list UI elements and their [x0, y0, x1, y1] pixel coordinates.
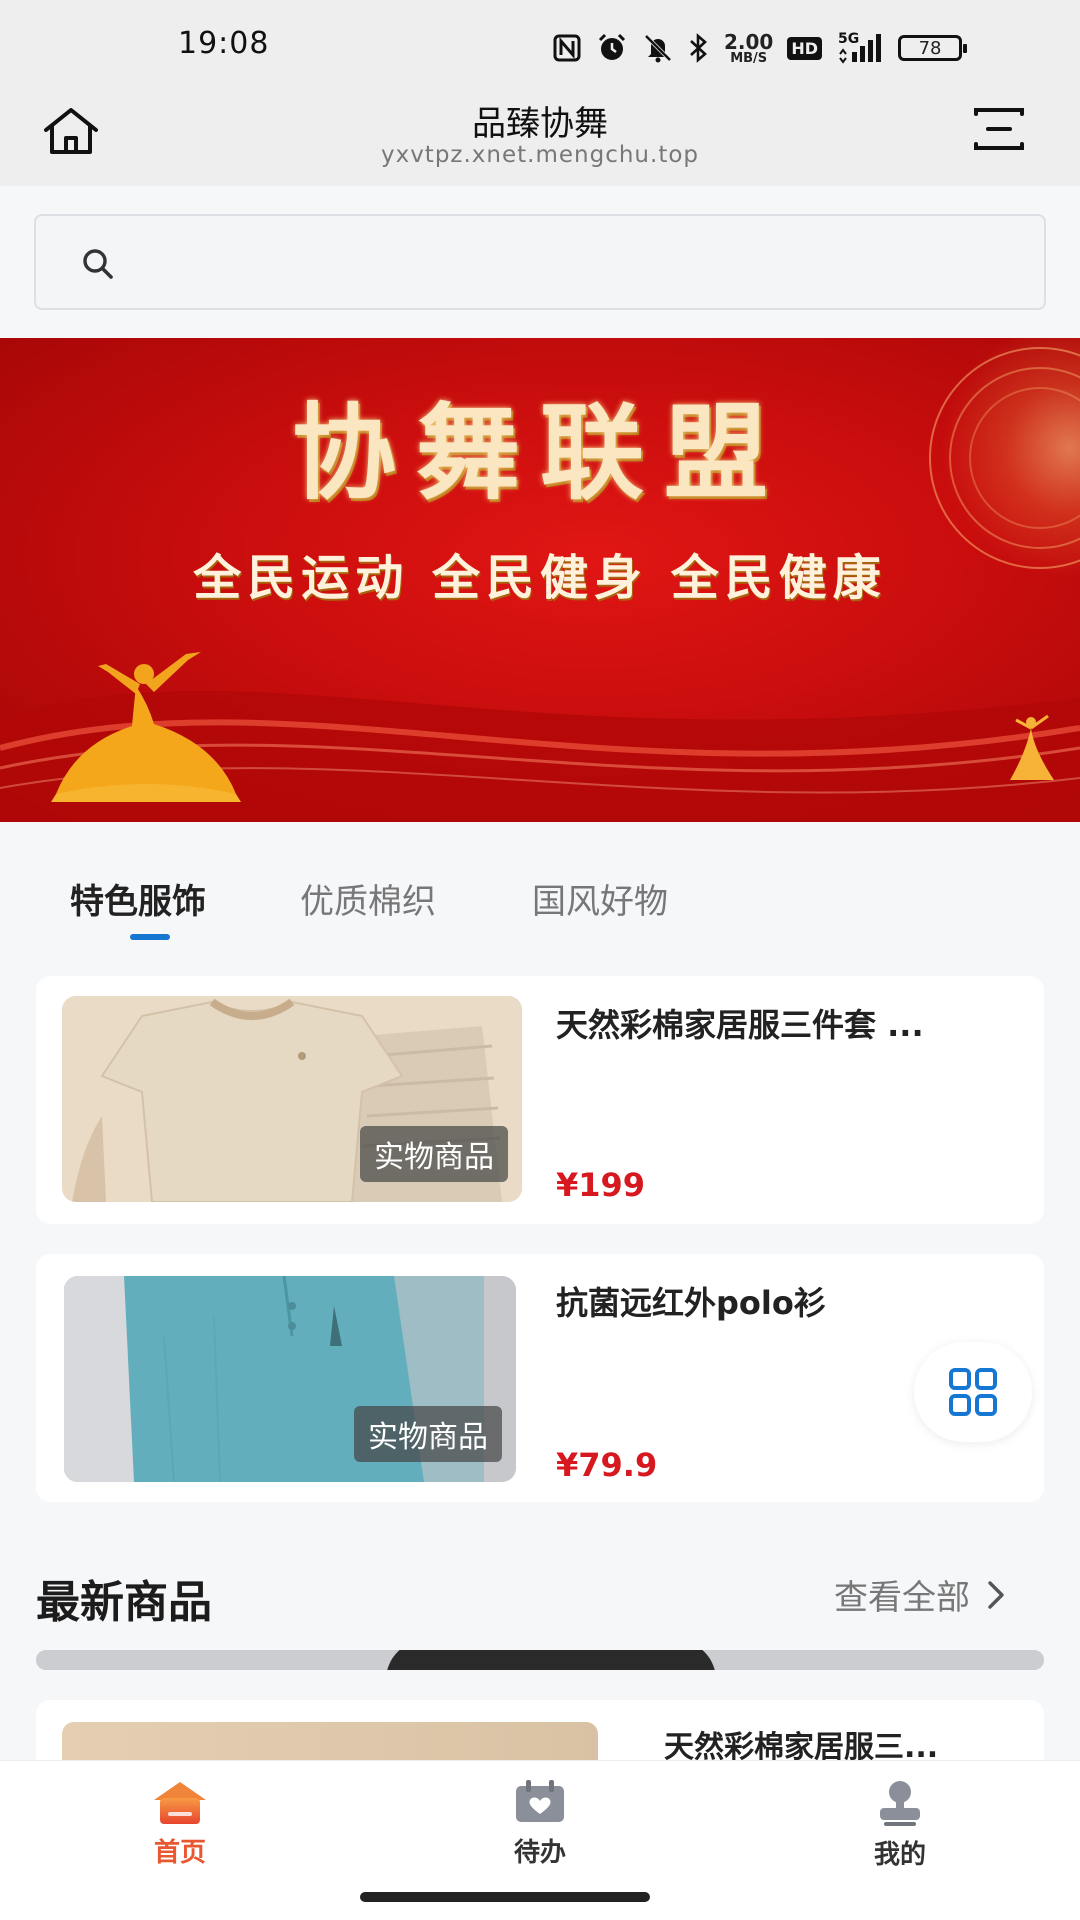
signal-icon: 5G — [836, 32, 884, 64]
category-float-button[interactable] — [914, 1342, 1032, 1442]
hd-icon: HD — [787, 36, 823, 60]
view-all-label: 查看全部 — [834, 1578, 970, 1618]
status-time: 19:08 — [178, 26, 270, 61]
user-stamp-icon — [880, 1781, 920, 1826]
alarm-icon — [596, 32, 628, 64]
status-icons: 2.00 MB/S HD 5G 78 — [552, 28, 968, 68]
dancer-icon — [51, 652, 241, 802]
signal-label: 5G — [838, 31, 860, 47]
view-all-link[interactable]: 查看全部 — [834, 1570, 1006, 1619]
banner-title: 协舞联盟 — [291, 391, 788, 514]
search-input[interactable] — [130, 228, 1010, 296]
home-icon — [154, 1782, 206, 1824]
net-speed-value: 2.00 — [724, 29, 774, 54]
product-title[interactable]: 天然彩棉家居服三件套 ... — [556, 1000, 1006, 1046]
product-tag: 实物商品 — [360, 1126, 508, 1182]
net-speed-unit: MB/S — [730, 50, 768, 66]
nav-home[interactable]: 首页 — [80, 1778, 280, 1869]
nav-todo[interactable]: 待办 — [440, 1778, 640, 1869]
tab-featured-apparel[interactable]: 特色服饰 — [70, 874, 206, 923]
mute-icon — [642, 32, 674, 64]
product-image: 实物商品 — [64, 1276, 516, 1482]
page-title: 品臻协舞 — [472, 104, 608, 144]
nav-home-label: 首页 — [153, 1838, 206, 1868]
network-speed: 2.00 MB/S — [724, 32, 773, 65]
tab-quality-cotton[interactable]: 优质棉织 — [300, 874, 436, 923]
product-tag: 实物商品 — [354, 1406, 502, 1462]
home-indicator — [360, 1892, 650, 1902]
home-button[interactable] — [38, 104, 104, 160]
page-url: yxvtpz.xnet.mengchu.top — [380, 142, 700, 168]
horizontal-scroll-strip[interactable] — [36, 1650, 1044, 1670]
banner-subtitle: 全民运动 全民健身 全民健康 — [193, 550, 887, 606]
bluetooth-icon — [688, 32, 710, 64]
product-image — [62, 1722, 598, 1762]
chevron-right-icon — [988, 1580, 1004, 1609]
promo-banner[interactable]: 协舞联盟 全民运动 全民健身 全民健康 — [0, 338, 1080, 822]
section-title: 最新商品 — [36, 1577, 212, 1628]
battery-icon: 78 — [898, 35, 968, 61]
nav-todo-label: 待办 — [513, 1838, 566, 1868]
nav-mine[interactable]: 我的 — [800, 1778, 1000, 1871]
menu-button[interactable] — [970, 104, 1028, 154]
menu-icon — [974, 108, 1024, 150]
product-price: ¥199 — [556, 1166, 646, 1204]
scroll-strip-image — [386, 1650, 716, 1670]
product-price: ¥79.9 — [556, 1446, 658, 1484]
product-image: 实物商品 — [62, 996, 522, 1202]
search-icon — [80, 246, 116, 282]
product-title[interactable]: 抗菌远红外polo衫 — [556, 1278, 896, 1324]
nfc-icon — [552, 33, 582, 63]
tab-active-indicator — [130, 934, 170, 940]
calendar-icon — [516, 1780, 564, 1822]
tab-national-style[interactable]: 国风好物 — [532, 874, 668, 923]
grid-icon — [949, 1368, 997, 1416]
small-dancer-icon — [1010, 714, 1054, 780]
house-icon — [44, 108, 98, 154]
nav-mine-label: 我的 — [873, 1840, 926, 1870]
